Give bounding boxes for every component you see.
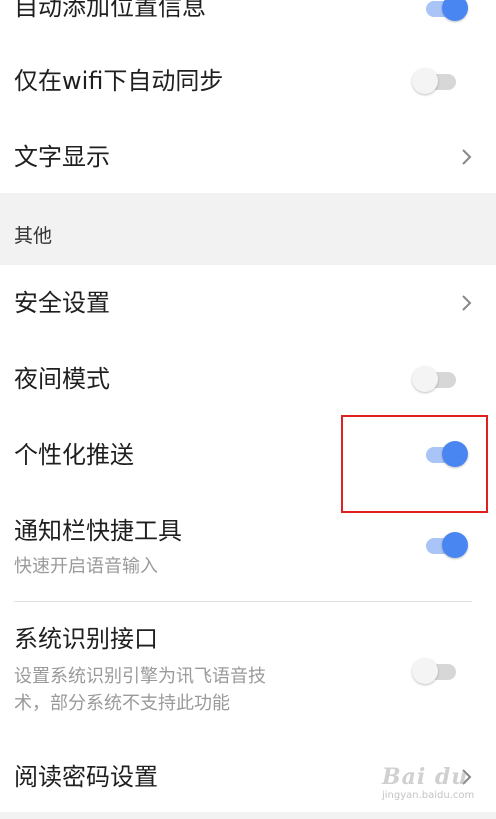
toggle-knob [412,366,438,392]
notification-shortcut-description: 快速开启语音输入 [14,556,158,577]
auto-location-label: 自动添加位置信息 [14,0,206,21]
personal-push-label: 个性化推送 [14,441,134,469]
chevron-right-icon [462,295,472,311]
notification-shortcut-toggle[interactable] [422,532,468,558]
watermark-text: Bai du [382,764,469,790]
auto-location-toggle[interactable] [422,0,468,21]
system-recognition-description-line2: 术，部分系统不支持此功能 [14,693,230,714]
section-title: 其他 [14,225,53,247]
setting-row-notification-shortcut[interactable]: 通知栏快捷工具 快速开启语音输入 [0,510,496,602]
text-display-label: 文字显示 [14,143,110,171]
system-recognition-label: 系统识别接口 [14,625,158,653]
security-label: 安全设置 [14,289,110,317]
setting-row-security[interactable]: 安全设置 [0,266,496,340]
night-mode-label: 夜间模式 [14,365,110,393]
chevron-right-icon [462,149,472,165]
wifi-sync-toggle[interactable] [412,68,458,94]
setting-row-wifi-sync[interactable]: 仅在wifi下自动同步 [0,44,496,118]
watermark-url: jingyan.baidu.com [382,790,475,801]
toggle-knob [442,0,468,21]
section-header-other: 其他 [0,193,496,265]
setting-row-auto-location[interactable]: 自动添加位置信息 [0,0,496,38]
setting-row-text-display[interactable]: 文字显示 [0,120,496,192]
notification-shortcut-label: 通知栏快捷工具 [14,517,182,545]
system-recognition-description-line1: 设置系统识别引擎为讯飞语音技 [14,666,266,687]
night-mode-toggle[interactable] [412,366,458,392]
setting-row-system-recognition[interactable]: 系统识别接口 设置系统识别引擎为讯飞语音技 术，部分系统不支持此功能 [0,602,496,738]
toggle-knob [442,532,468,558]
watermark-logo: Bai du jingyan.baidu.com [378,760,488,808]
bottom-section-strip [0,812,496,819]
system-recognition-toggle[interactable] [412,658,458,684]
read-password-label: 阅读密码设置 [14,763,158,791]
wifi-sync-label: 仅在wifi下自动同步 [14,67,224,95]
toggle-knob [412,68,438,94]
toggle-knob [412,658,438,684]
setting-row-night-mode[interactable]: 夜间模式 [0,342,496,416]
highlight-box [341,415,488,513]
